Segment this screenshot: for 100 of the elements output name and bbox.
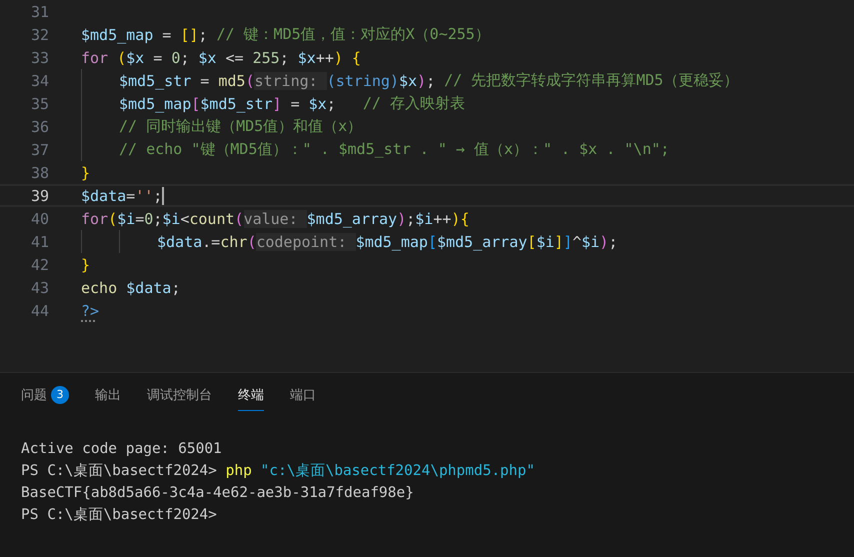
code-token: = [290, 94, 301, 112]
code-token: 0 [144, 210, 154, 228]
code-token: // echo "键（MD5值）：" . $md5_str . " → 值（x）：" . $x . "\n"; [119, 140, 670, 159]
line-number: 44 [30, 302, 49, 320]
code-token: $md5_array [436, 232, 528, 250]
code-token: 255 [252, 48, 280, 66]
code-token: $md5_str [119, 72, 192, 90]
panel-tab[interactable]: 终端 [238, 385, 264, 411]
code-token: { [460, 210, 470, 228]
line-number: 43 [30, 278, 49, 296]
code-token: ) [600, 232, 609, 250]
line-number: 31 [30, 2, 49, 20]
code-token: echo [81, 278, 118, 296]
code-token: ; [198, 26, 208, 44]
code-token: for [81, 48, 108, 66]
line-number: 39 [30, 186, 49, 204]
code-token: ( [116, 48, 126, 66]
code-token: .= [202, 232, 220, 250]
code-token: ?> [81, 302, 100, 320]
code-token: '' [135, 186, 154, 204]
line-number: 42 [30, 256, 49, 274]
code-token: ; [153, 186, 162, 204]
panel-tab[interactable]: 问题 3 [21, 385, 69, 411]
terminal-text: BaseCTF{ab8d5a66-3c4a-4e62-ae3b-31a7fdeaf98e} [21, 485, 414, 501]
code-token: <= [224, 48, 245, 66]
line-number: 34 [30, 72, 49, 90]
line-number: 36 [30, 118, 49, 136]
code-token: $i [415, 210, 434, 228]
code-token: ) [397, 210, 406, 228]
code-token: $x [298, 48, 316, 66]
code-token: } [81, 256, 90, 274]
code-token: = [126, 186, 136, 204]
code-token: ) [334, 48, 343, 66]
count-badge: 3 [51, 386, 69, 404]
code-token: ( [108, 210, 118, 228]
code-token: // 键：MD5值，值：对应的X（0~255） [216, 25, 490, 44]
text-cursor [162, 186, 164, 204]
code-token: chr [220, 232, 248, 250]
code-token: { [350, 48, 361, 66]
code-token: ] [189, 26, 198, 44]
code-token: ] [272, 94, 282, 112]
panel-tab[interactable]: 输出 [95, 385, 121, 411]
code-token: = [152, 48, 164, 66]
code-token: ++ [316, 48, 334, 66]
code-token: $data [81, 186, 126, 204]
code-token: $data [157, 232, 202, 250]
code-token: ; [180, 48, 190, 66]
code-token: } [81, 164, 90, 182]
code-token: [ [180, 26, 190, 44]
code-token: $md5_map [81, 26, 154, 44]
code-token: $md5_array [306, 210, 398, 228]
code-token: ; [406, 210, 416, 228]
code-token: $i [162, 210, 180, 228]
code-token: // 先把数字转成字符串再算MD5（更稳妥） [444, 71, 738, 90]
panel-tab[interactable]: 端口 [290, 385, 316, 411]
code-token: $x [126, 48, 144, 66]
parameter-hint: string: [254, 72, 327, 90]
terminal-text: Active code page: 65001 [21, 441, 222, 457]
code-token: ] [563, 232, 572, 250]
code-token: ( [245, 72, 254, 90]
code-token: ] [554, 232, 564, 250]
code-token: ( [234, 210, 244, 228]
code-token: = [199, 72, 210, 90]
terminal-text: PS C:\桌面\basectf2024> [21, 507, 217, 523]
hint-dots-icon [81, 317, 95, 322]
code-token: $x [398, 72, 418, 90]
code-token: $x [308, 94, 327, 112]
code-token: = [161, 26, 172, 44]
code-token: $i [581, 232, 600, 250]
code-token: $md5_map [119, 94, 192, 112]
code-token: $i [536, 232, 554, 250]
code-token: // 存入映射表 [362, 94, 465, 113]
line-number: 40 [30, 210, 49, 228]
code-token: ; [280, 48, 290, 66]
code-token: [ [428, 232, 437, 250]
code-token: ; [608, 232, 618, 250]
line-number: 32 [30, 26, 49, 44]
code-token: $x [198, 48, 216, 66]
code-token: ( [247, 232, 256, 250]
code-token: ++ [433, 210, 452, 228]
code-token: ) [417, 72, 426, 90]
panel-tab[interactable]: 调试控制台 [147, 385, 212, 411]
line-number: 41 [30, 232, 49, 250]
terminal-text: php [226, 463, 252, 479]
code-token: (string) [326, 72, 399, 90]
line-number: 33 [30, 48, 49, 66]
parameter-hint: codepoint: [256, 232, 356, 250]
code-token: ; [426, 72, 436, 90]
code-token: < [180, 210, 190, 228]
code-token: ) [451, 210, 460, 228]
line-number: 38 [30, 164, 49, 182]
code-token: 0 [171, 48, 180, 66]
terminal-text: PS C:\桌面\basectf2024> [21, 463, 218, 479]
code-token: = [135, 210, 144, 228]
code-token: ; [326, 94, 337, 112]
code-token: count [189, 210, 235, 228]
code-token: // 同时输出键（MD5值）和值（x） [119, 117, 362, 136]
code-token: ^ [572, 232, 582, 250]
code-token: $md5_map [356, 232, 428, 250]
code-token: ; [153, 210, 162, 228]
